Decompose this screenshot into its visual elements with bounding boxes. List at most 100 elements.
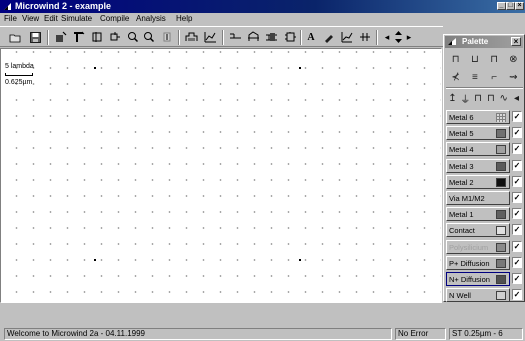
scale-um-label: 0.625µm: [5, 79, 33, 86]
text-icon[interactable]: A: [304, 30, 318, 44]
layer-row: Metal 5 ✓: [446, 126, 523, 141]
scroll-right-icon[interactable]: ▸: [402, 30, 416, 44]
menu-bar: File View Edit Simulate Compile Analysis…: [0, 13, 525, 25]
layer-visibility-checkbox[interactable]: ✓: [512, 224, 522, 236]
contact-poly-icon[interactable]: ⊀: [449, 72, 463, 83]
nmos-icon[interactable]: ⊓: [449, 54, 463, 65]
layer-row: Contact ✓: [446, 223, 523, 238]
pen-icon[interactable]: [322, 30, 336, 44]
layer-row: N Well ✓: [446, 288, 523, 303]
layer-color-swatch: [496, 275, 506, 284]
connect-icon[interactable]: [228, 30, 242, 44]
maximize-button[interactable]: □: [506, 2, 515, 10]
ground-icon[interactable]: ⊗: [506, 54, 520, 65]
zoom-in-icon[interactable]: [126, 30, 140, 44]
stretch-icon[interactable]: [108, 30, 122, 44]
bus-icon[interactable]: ≡: [468, 72, 482, 83]
layer-visibility-checkbox[interactable]: ✓: [512, 240, 522, 252]
layer-visibility-checkbox[interactable]: ✓: [512, 143, 522, 155]
layer-color-swatch: [496, 291, 506, 301]
pin-icon[interactable]: [358, 30, 372, 44]
layer-visibility-checkbox[interactable]: ✓: [512, 289, 522, 301]
layer-button[interactable]: Metal 2: [446, 174, 510, 189]
layer-row: Metal 1 ✓: [446, 207, 523, 222]
layer-visibility-checkbox[interactable]: ✓: [512, 256, 522, 268]
layer-visibility-checkbox[interactable]: ✓: [512, 127, 522, 139]
grid-icon[interactable]: [160, 30, 174, 44]
layout-view-icon[interactable]: [264, 30, 278, 44]
layer-row: P+ Diffusion ✓: [446, 255, 523, 270]
vdd-icon[interactable]: ↥: [446, 93, 459, 104]
layer-color-swatch: [496, 258, 506, 268]
layer-visibility-checkbox[interactable]: ✓: [512, 192, 522, 203]
layer-name: P+ Diffusion: [449, 258, 490, 268]
layer-color-swatch: [496, 210, 506, 220]
close-button[interactable]: ×: [515, 2, 524, 10]
module-icon[interactable]: [283, 30, 297, 44]
layer-visibility-checkbox[interactable]: ✓: [512, 159, 522, 171]
toolbar-separator: [178, 30, 180, 45]
menu-analysis[interactable]: Analysis: [136, 14, 166, 24]
scale-bar: [5, 73, 33, 76]
menu-file[interactable]: File: [4, 14, 17, 24]
layer-row: Polysilicium ✓: [446, 239, 523, 254]
layer-visibility-checkbox[interactable]: ✓: [512, 273, 522, 284]
window-title: Microwind 2 - example: [15, 1, 112, 11]
layer-button[interactable]: N+ Diffusion: [446, 272, 510, 286]
grid-marker: [299, 259, 301, 261]
via-icon[interactable]: ⌐: [487, 72, 501, 83]
capacitor-icon[interactable]: ⊓: [487, 54, 501, 65]
menu-compile[interactable]: Compile: [100, 14, 129, 24]
grid-marker: [94, 259, 96, 261]
pulse-icon[interactable]: ⊓: [484, 93, 497, 104]
layer-button[interactable]: Via M1/M2: [446, 191, 510, 205]
add-box-icon[interactable]: [54, 30, 68, 44]
layer-button[interactable]: N Well: [446, 288, 510, 303]
add-line-icon[interactable]: [72, 30, 86, 44]
status-error: No Error: [395, 328, 446, 340]
layer-button[interactable]: Polysilicium: [446, 239, 510, 254]
layer-button[interactable]: Metal 4: [446, 142, 510, 157]
minimize-button[interactable]: _: [497, 2, 506, 10]
mos-generator-icon[interactable]: [246, 30, 260, 44]
palette-icon: [448, 38, 456, 45]
menu-edit[interactable]: Edit: [44, 14, 58, 24]
palette-close-button[interactable]: ×: [511, 37, 521, 46]
layer-button[interactable]: Metal 3: [446, 158, 510, 173]
palette-device-row: ⊀ ≡ ⌐ ⇝: [446, 69, 523, 86]
layer-visibility-checkbox[interactable]: ✓: [512, 175, 522, 187]
chart-icon[interactable]: [340, 30, 354, 44]
process-3d-icon[interactable]: [203, 30, 217, 44]
layer-button[interactable]: P+ Diffusion: [446, 255, 510, 270]
grid-marker: [299, 67, 301, 69]
layer-visibility-checkbox[interactable]: ✓: [512, 111, 522, 122]
palette-title-bar: Palette ×: [445, 36, 523, 48]
cross-section-icon[interactable]: [184, 30, 198, 44]
menu-simulate[interactable]: Simulate: [61, 14, 92, 24]
layer-button[interactable]: Metal 6: [446, 110, 510, 124]
layer-button[interactable]: Contact: [446, 223, 510, 238]
menu-help[interactable]: Help: [176, 14, 192, 24]
vss-icon[interactable]: ⏚: [459, 91, 472, 106]
layer-color-swatch: [496, 177, 506, 187]
layer-name: Contact: [449, 226, 475, 236]
layer-button[interactable]: Metal 5: [446, 126, 510, 141]
pmos-icon[interactable]: ⊔: [468, 54, 482, 65]
cut-icon[interactable]: [90, 30, 104, 44]
status-message: Welcome to Microwind 2a - 04.11.1999: [4, 328, 392, 340]
layer-name: Polysilicium: [449, 242, 489, 252]
arrow-left-icon[interactable]: ◂: [510, 93, 523, 104]
sine-icon[interactable]: ∿: [497, 93, 510, 104]
layout-canvas[interactable]: 5 lambda 0.625µm: [0, 48, 442, 303]
open-icon[interactable]: [8, 30, 22, 44]
clock-icon[interactable]: ⊓: [472, 93, 485, 104]
layer-button[interactable]: Metal 1: [446, 207, 510, 222]
layer-visibility-checkbox[interactable]: ✓: [512, 208, 522, 220]
save-icon[interactable]: [28, 30, 42, 44]
menu-view[interactable]: View: [22, 14, 39, 24]
layer-name: Metal 6: [449, 113, 474, 122]
status-bar: Welcome to Microwind 2a - 04.11.1999 No …: [0, 326, 525, 341]
zoom-out-icon[interactable]: [142, 30, 156, 44]
layer-name: N+ Diffusion: [449, 275, 490, 284]
resistor-icon[interactable]: ⇝: [506, 72, 520, 83]
